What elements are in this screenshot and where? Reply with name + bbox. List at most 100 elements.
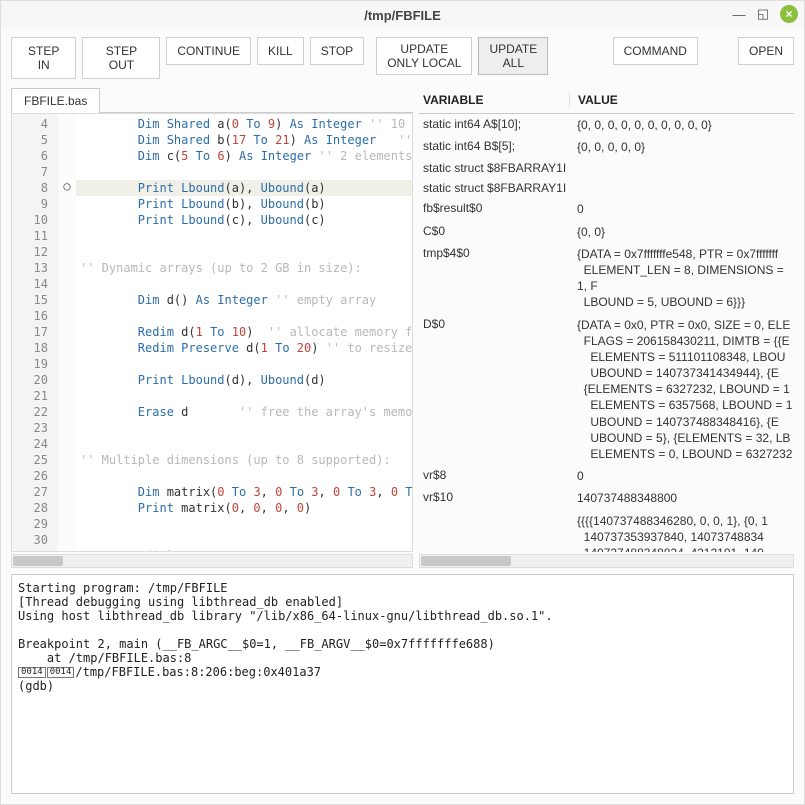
variable-row[interactable]: vr$80 [419, 465, 794, 487]
update-all-button[interactable]: UPDATE ALL [478, 37, 548, 75]
variable-row[interactable]: C$0{0, 0} [419, 221, 794, 243]
breakpoint-marker-slot[interactable] [58, 162, 76, 178]
code-line[interactable]: Erase d '' free the array's memory [76, 404, 412, 420]
breakpoint-marker-slot[interactable] [58, 114, 76, 130]
breakpoint-marker-slot[interactable] [58, 338, 76, 354]
kill-button[interactable]: KILL [257, 37, 304, 65]
code-line[interactable]: Redim d(1 To 10) '' allocate memory for … [76, 324, 412, 340]
minimize-icon[interactable]: — [732, 7, 746, 21]
breakpoint-marker-slot[interactable] [58, 370, 76, 386]
variable-name: D$0 [419, 317, 569, 331]
line-number: 31 [16, 548, 54, 551]
breakpoint-marker-slot[interactable] [58, 498, 76, 514]
code-line[interactable]: Print Lbound(d), Ubound(d) [76, 372, 412, 388]
variable-name: static struct $8FBARRAY1I [419, 161, 569, 175]
code-line[interactable] [76, 228, 412, 244]
current-line-marker[interactable]: ○ [58, 178, 76, 194]
step-in-button[interactable]: STEP IN [11, 37, 76, 79]
code-line[interactable] [76, 516, 412, 532]
code-line[interactable] [76, 244, 412, 260]
code-line[interactable]: '' Array fields: [76, 548, 412, 551]
tab-fbfile[interactable]: FBFILE.bas [11, 88, 100, 113]
breakpoint-marker-slot[interactable] [58, 210, 76, 226]
breakpoint-marker-slot[interactable] [58, 194, 76, 210]
step-out-button[interactable]: STEP OUT [82, 37, 160, 79]
breakpoint-marker-slot[interactable] [58, 306, 76, 322]
breakpoint-marker-slot[interactable] [58, 258, 76, 274]
update-only-local-button[interactable]: UPDATE ONLY LOCAL [376, 37, 472, 75]
continue-button[interactable]: CONTINUE [166, 37, 251, 65]
close-icon[interactable]: × [780, 5, 798, 23]
variable-row[interactable]: tmp$4$0{DATA = 0x7fffffffe548, PTR = 0x7… [419, 243, 794, 314]
variable-row[interactable]: D$0{DATA = 0x0, PTR = 0x0, SIZE = 0, ELE… [419, 314, 794, 466]
column-header-value[interactable]: VALUE [569, 93, 794, 107]
breakpoint-marker-slot[interactable] [58, 482, 76, 498]
breakpoint-marker-slot[interactable] [58, 514, 76, 530]
breakpoint-marker-slot[interactable] [58, 290, 76, 306]
code-lines[interactable]: Dim Shared a(0 To 9) As Integer '' 10 el… [76, 114, 412, 551]
code-line[interactable] [76, 164, 412, 180]
code-line[interactable]: Dim matrix(0 To 3, 0 To 3, 0 To 3, 0 To … [76, 484, 412, 500]
horizontal-scrollbar[interactable] [11, 554, 413, 568]
debug-console[interactable]: Starting program: /tmp/FBFILE [Thread de… [11, 574, 794, 794]
maximize-icon[interactable]: ◱ [756, 7, 770, 21]
code-line[interactable]: Print Lbound(b), Ubound(b) [76, 196, 412, 212]
code-line[interactable]: Print Lbound(a), Ubound(a) [76, 180, 412, 196]
breakpoint-marker-slot[interactable] [58, 402, 76, 418]
breakpoint-marker-slot[interactable] [58, 418, 76, 434]
line-number: 24 [16, 436, 54, 452]
variable-row[interactable]: static int64 A$[10];{0, 0, 0, 0, 0, 0, 0… [419, 114, 794, 136]
code-line[interactable]: Print matrix(0, 0, 0, 0) [76, 500, 412, 516]
breakpoint-marker-slot[interactable] [58, 546, 76, 551]
breakpoint-marker-slot[interactable] [58, 274, 76, 290]
code-line[interactable]: Dim Shared a(0 To 9) As Integer '' 10 el… [76, 116, 412, 132]
code-line[interactable] [76, 356, 412, 372]
code-line[interactable]: '' Dynamic arrays (up to 2 GB in size): [76, 260, 412, 276]
breakpoint-marker-slot[interactable] [58, 146, 76, 162]
stop-button[interactable]: STOP [310, 37, 364, 65]
code-editor[interactable]: 4567891011121314151617181920212223242526… [11, 113, 413, 552]
variables-body[interactable]: static int64 A$[10];{0, 0, 0, 0, 0, 0, 0… [419, 114, 794, 552]
code-line[interactable]: '' Multiple dimensions (up to 8 supporte… [76, 452, 412, 468]
variable-row[interactable]: static struct $8FBARRAY1I [419, 158, 794, 178]
breakpoint-gutter[interactable]: ○ [58, 114, 76, 551]
command-button[interactable]: COMMAND [613, 37, 698, 65]
breakpoint-marker-slot[interactable] [58, 530, 76, 546]
breakpoint-marker-slot[interactable] [58, 450, 76, 466]
variable-row[interactable]: static int64 B$[5];{0, 0, 0, 0, 0} [419, 136, 794, 158]
variables-header: VARIABLE VALUE [419, 87, 794, 114]
scrollbar-thumb[interactable] [421, 556, 511, 566]
breakpoint-marker-slot[interactable] [58, 434, 76, 450]
horizontal-scrollbar[interactable] [419, 554, 794, 568]
column-header-variable[interactable]: VARIABLE [419, 93, 569, 107]
code-line[interactable] [76, 308, 412, 324]
breakpoint-marker-slot[interactable] [58, 354, 76, 370]
breakpoint-marker-slot[interactable] [58, 322, 76, 338]
code-line[interactable] [76, 276, 412, 292]
code-line[interactable] [76, 420, 412, 436]
code-line[interactable] [76, 436, 412, 452]
variable-row[interactable]: static struct $8FBARRAY1I [419, 178, 794, 198]
code-line[interactable] [76, 532, 412, 548]
code-line[interactable]: Redim Preserve d(1 To 20) '' to resize t… [76, 340, 412, 356]
breakpoint-marker-slot[interactable] [58, 130, 76, 146]
window-controls: — ◱ × [732, 5, 798, 23]
breakpoint-marker-slot[interactable] [58, 386, 76, 402]
breakpoint-marker-slot[interactable] [58, 242, 76, 258]
variable-row[interactable]: fb$result$00 [419, 198, 794, 220]
code-line[interactable] [76, 388, 412, 404]
scrollbar-thumb[interactable] [13, 556, 63, 566]
code-line[interactable]: Dim d() As Integer '' empty array [76, 292, 412, 308]
line-number: 20 [16, 372, 54, 388]
code-line[interactable] [76, 468, 412, 484]
code-line[interactable]: Dim Shared b(17 To 21) As Integer '' 10 … [76, 132, 412, 148]
variable-name: static int64 A$[10]; [419, 117, 569, 131]
code-line[interactable]: Print Lbound(c), Ubound(c) [76, 212, 412, 228]
variable-row[interactable]: vr$10140737488348800 [419, 487, 794, 509]
breakpoint-marker-slot[interactable] [58, 466, 76, 482]
breakpoint-marker-slot[interactable] [58, 226, 76, 242]
code-line[interactable]: Dim c(5 To 6) As Integer '' 2 elements [76, 148, 412, 164]
line-number: 29 [16, 516, 54, 532]
open-button[interactable]: OPEN [738, 37, 794, 65]
variable-row[interactable]: {{{{140737488346280, 0, 0, 1}, {0, 1 140… [419, 510, 794, 552]
